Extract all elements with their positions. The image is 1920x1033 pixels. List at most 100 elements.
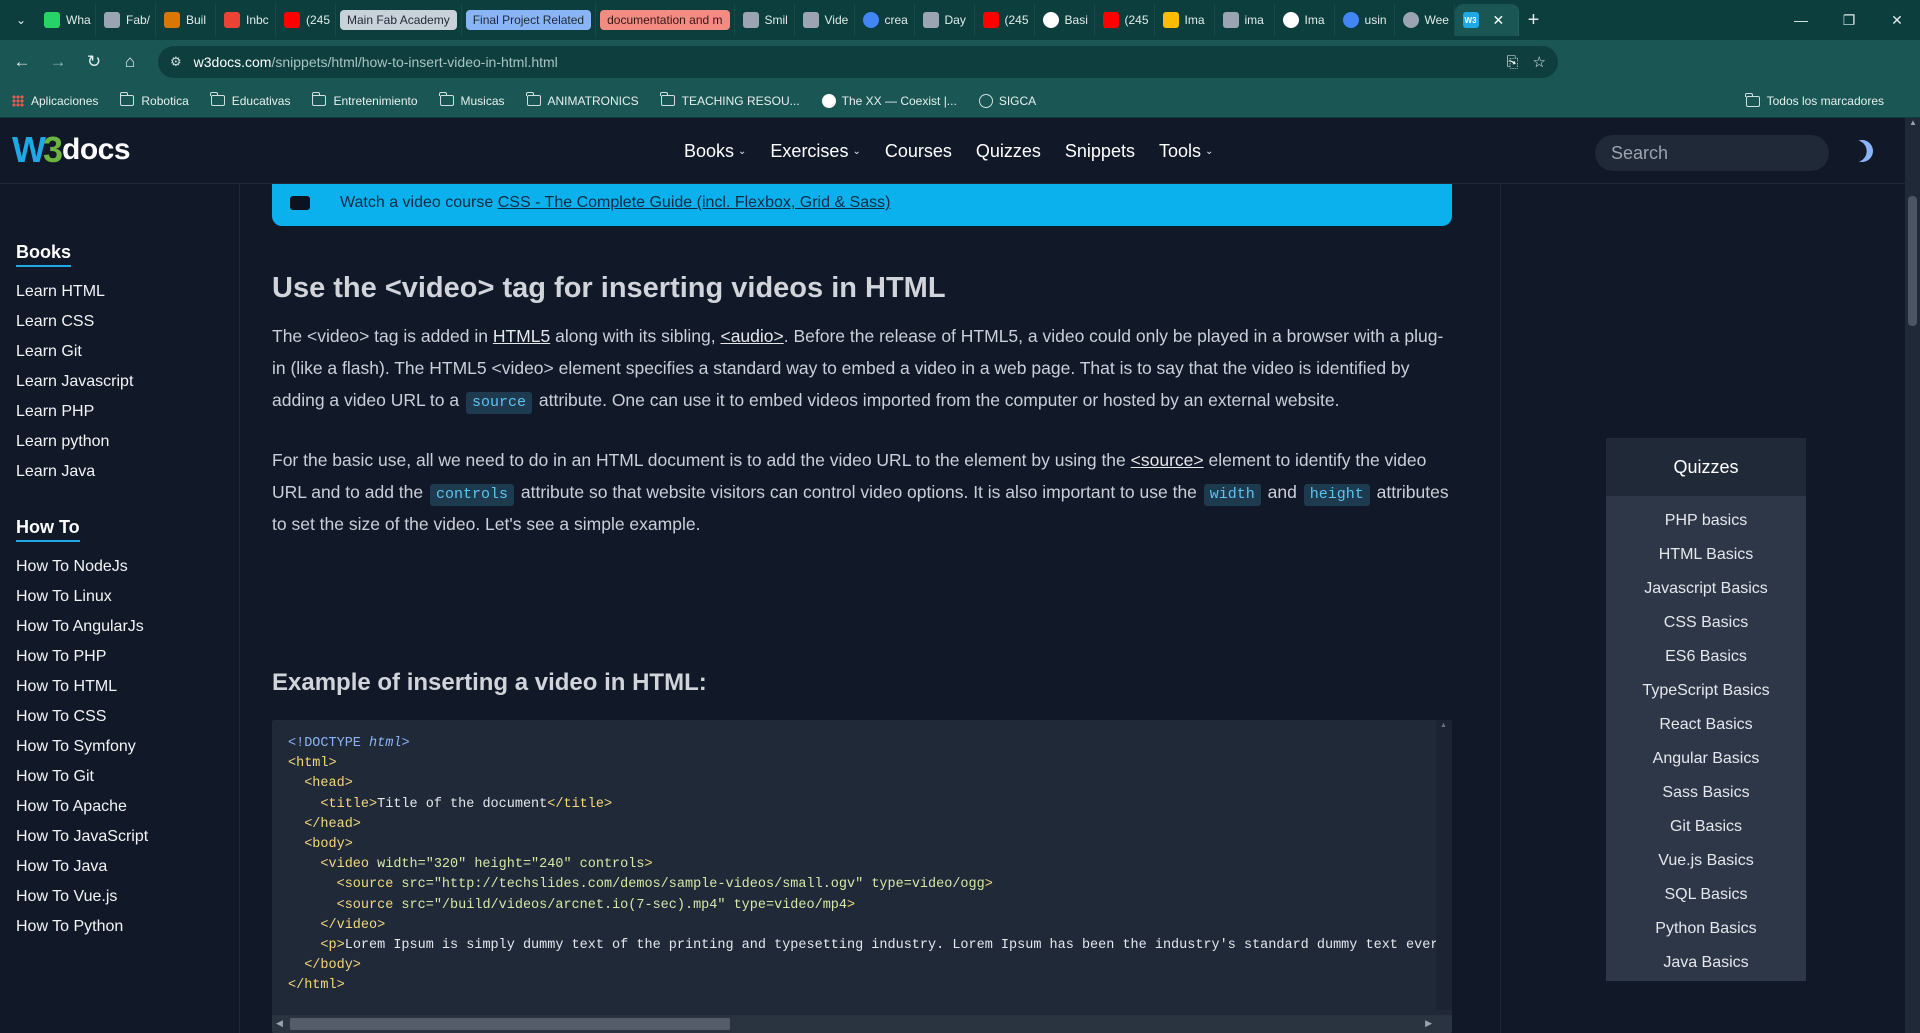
quiz-item[interactable]: React Basics — [1606, 708, 1806, 742]
sidebar-howto-item[interactable]: How To Symfony — [16, 732, 239, 762]
quiz-item[interactable]: ES6 Basics — [1606, 640, 1806, 674]
quiz-item[interactable]: TypeScript Basics — [1606, 674, 1806, 708]
quiz-item[interactable]: Angular Basics — [1606, 742, 1806, 776]
quiz-item[interactable]: PHP basics — [1606, 504, 1806, 538]
sidebar-howto-item[interactable]: How To HTML — [16, 672, 239, 702]
w3docs-logo[interactable]: W3 docs — [12, 129, 131, 170]
home-icon[interactable]: ⌂ — [112, 44, 148, 80]
browser-tab[interactable]: Fab/ — [96, 4, 156, 36]
install-app-icon[interactable]: ⎘ — [1507, 54, 1519, 71]
code-scroll-thumb[interactable] — [290, 1018, 730, 1030]
restore-window-icon[interactable]: ❐ — [1826, 0, 1872, 40]
quiz-item[interactable]: Sass Basics — [1606, 776, 1806, 810]
nav-books[interactable]: Books ⌄ — [684, 141, 746, 162]
quiz-item[interactable]: Java Basics — [1606, 946, 1806, 980]
nav-exercises[interactable]: Exercises ⌄ — [770, 141, 860, 162]
bookmark-item[interactable]: Robotica — [119, 92, 189, 108]
bookmark-star-icon[interactable]: ☆ — [1533, 53, 1546, 71]
browser-tab[interactable]: (245 — [276, 4, 336, 36]
sidebar-howto-item[interactable]: How To Apache — [16, 792, 239, 822]
bookmark-item[interactable]: Aplicaciones — [12, 94, 98, 108]
browser-tab[interactable]: ima — [1215, 4, 1275, 36]
sidebar-book-item[interactable]: Learn python — [16, 427, 239, 457]
all-bookmarks-button[interactable]: Todos los marcadores — [1745, 84, 1906, 118]
quiz-item[interactable]: Python Basics — [1606, 912, 1806, 946]
url-bar[interactable]: ⚙ w3docs.com/snippets/html/how-to-insert… — [158, 46, 1558, 78]
browser-tab[interactable]: Basi — [1035, 4, 1095, 36]
quiz-item[interactable]: CSS Basics — [1606, 606, 1806, 640]
browser-tab[interactable]: Inbc — [216, 4, 276, 36]
browser-tab[interactable]: Ima — [1155, 4, 1215, 36]
bookmark-item[interactable]: The XX — Coexist |... — [821, 93, 957, 108]
bookmark-item[interactable]: ANIMATRONICS — [526, 92, 639, 108]
page-scrollbar[interactable]: ▲ — [1905, 118, 1920, 1033]
sidebar-howto-item[interactable]: How To Java — [16, 852, 239, 882]
tab-group-chip[interactable]: Main Fab Academy — [336, 4, 462, 36]
dark-mode-moon-icon[interactable] — [1848, 137, 1876, 165]
sidebar-howto-item[interactable]: How To JavaScript — [16, 822, 239, 852]
browser-tab[interactable]: (245 — [1095, 4, 1155, 36]
sidebar-howto-item[interactable]: How To PHP — [16, 642, 239, 672]
quiz-item[interactable]: SQL Basics — [1606, 878, 1806, 912]
browser-tab[interactable]: Vide — [795, 4, 855, 36]
sidebar-howto-item[interactable]: How To Vue.js — [16, 882, 239, 912]
browser-tab[interactable]: Wee — [1395, 4, 1455, 36]
quiz-item[interactable]: Vue.js Basics — [1606, 844, 1806, 878]
sidebar-howto-item[interactable]: How To Python — [16, 912, 239, 942]
bookmark-item[interactable]: Musicas — [439, 92, 505, 108]
sidebar-books-heading[interactable]: Books — [16, 242, 72, 267]
code-horizontal-scrollbar[interactable]: ◀ ▶ — [272, 1015, 1452, 1033]
nav-courses[interactable]: Courses — [885, 141, 952, 162]
browser-tab[interactable]: Ima — [1275, 4, 1335, 36]
sidebar-book-item[interactable]: Learn CSS — [16, 307, 239, 337]
reload-icon[interactable]: ↻ — [76, 44, 112, 80]
sidebar-book-item[interactable]: Learn Javascript — [16, 367, 239, 397]
quiz-item[interactable]: Git Basics — [1606, 810, 1806, 844]
bookmark-item[interactable]: SIGCA — [978, 93, 1036, 108]
tab-group-chip[interactable]: Final Project Related — [462, 4, 597, 36]
bookmark-item[interactable]: Educativas — [210, 92, 290, 108]
sidebar-book-item[interactable]: Learn PHP — [16, 397, 239, 427]
new-tab-button[interactable]: + — [1519, 9, 1549, 32]
sidebar-howto-item[interactable]: How To Linux — [16, 582, 239, 612]
bookmark-item[interactable]: TEACHING RESOU... — [660, 92, 800, 108]
audio-link[interactable]: <audio> — [720, 326, 783, 346]
quiz-item[interactable]: HTML Basics — [1606, 538, 1806, 572]
back-arrow-icon[interactable]: ← — [4, 44, 40, 80]
scroll-up-icon[interactable]: ▲ — [1909, 118, 1917, 127]
search-input[interactable] — [1595, 135, 1829, 171]
minimize-window-icon[interactable]: — — [1778, 0, 1824, 40]
sidebar-howto-heading[interactable]: How To — [16, 517, 80, 542]
code-vertical-scrollbar[interactable] — [1436, 720, 1452, 1010]
quiz-item[interactable]: Javascript Basics — [1606, 572, 1806, 606]
sidebar-book-item[interactable]: Learn Java — [16, 457, 239, 487]
bookmark-item[interactable]: Entretenimiento — [311, 92, 418, 108]
scroll-right-icon[interactable]: ▶ — [1425, 1018, 1432, 1029]
close-tab-icon[interactable]: ✕ — [1493, 12, 1505, 29]
active-tab[interactable]: W3 ✕ — [1454, 4, 1519, 36]
html5-link[interactable]: HTML5 — [493, 326, 550, 346]
browser-tab[interactable]: Wha — [36, 4, 96, 36]
code-example-block[interactable]: <!DOCTYPE html> <html> <head> <title>Tit… — [272, 720, 1452, 1033]
browser-tab[interactable]: Buil — [156, 4, 216, 36]
sidebar-book-item[interactable]: Learn HTML — [16, 277, 239, 307]
nav-quizzes[interactable]: Quizzes — [976, 141, 1041, 162]
banner-course-link[interactable]: CSS - The Complete Guide (incl. Flexbox,… — [498, 194, 891, 211]
tab-search-chevron-icon[interactable]: ⌄ — [6, 5, 36, 35]
nav-tools[interactable]: Tools ⌄ — [1159, 141, 1213, 162]
page-scroll-thumb[interactable] — [1908, 196, 1917, 326]
close-window-icon[interactable]: ✕ — [1874, 0, 1920, 40]
browser-tab[interactable]: Smil — [735, 4, 795, 36]
sidebar-howto-item[interactable]: How To NodeJs — [16, 552, 239, 582]
sidebar-howto-item[interactable]: How To Git — [16, 762, 239, 792]
scroll-left-icon[interactable]: ◀ — [276, 1018, 283, 1029]
browser-tab[interactable]: Day — [915, 4, 975, 36]
tab-group-chip[interactable]: documentation and m — [596, 4, 735, 36]
source-element-link[interactable]: <source> — [1131, 450, 1204, 470]
browser-tab[interactable]: usin — [1335, 4, 1395, 36]
site-info-icon[interactable]: ⚙ — [170, 54, 182, 70]
browser-tab[interactable]: (245 — [975, 4, 1035, 36]
sidebar-howto-item[interactable]: How To AngularJs — [16, 612, 239, 642]
nav-snippets[interactable]: Snippets — [1065, 141, 1135, 162]
sidebar-book-item[interactable]: Learn Git — [16, 337, 239, 367]
